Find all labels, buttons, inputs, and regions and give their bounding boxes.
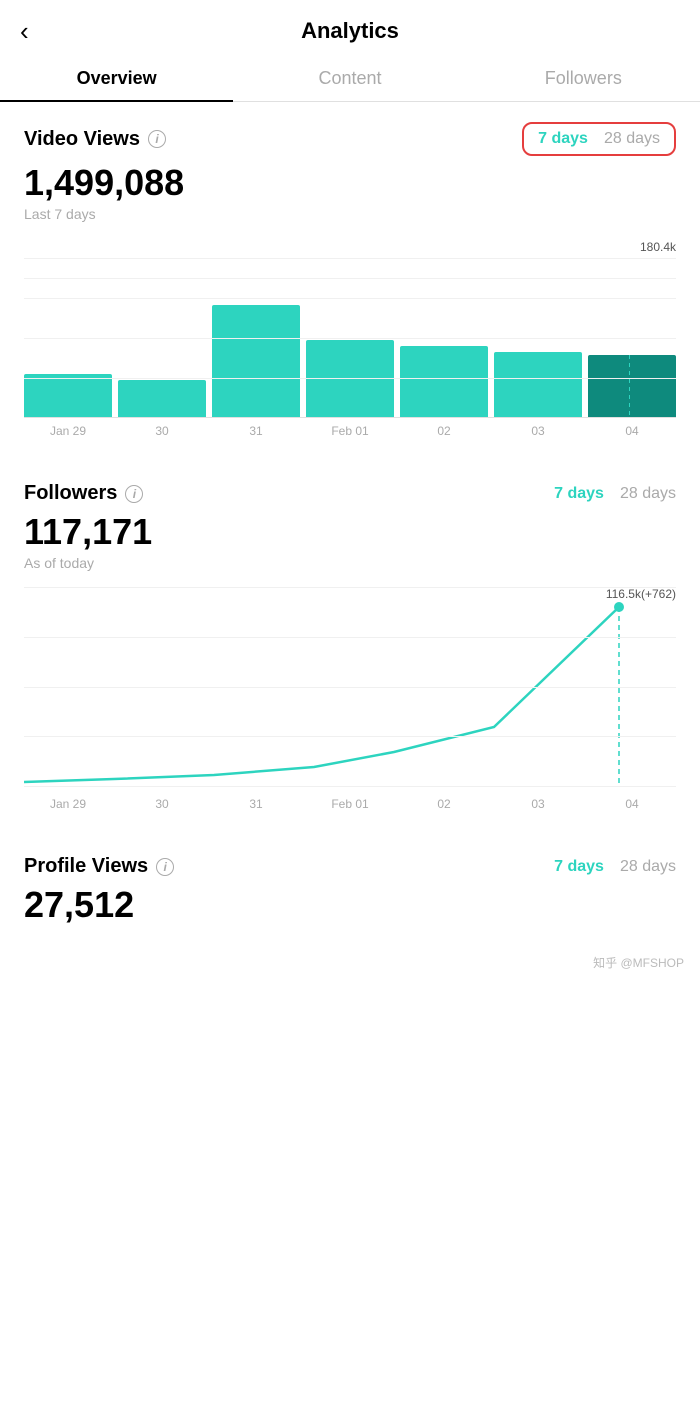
x-axis-label: 31	[212, 797, 300, 811]
watermark: 知乎 @MFSHOP	[0, 948, 700, 987]
profile-views-7days-btn[interactable]: 7 days	[554, 858, 604, 876]
followers-28days-btn[interactable]: 28 days	[620, 485, 676, 503]
x-axis-label: 30	[118, 797, 206, 811]
tab-bar: Overview Content Followers	[0, 54, 700, 102]
followers-title: Followers	[24, 482, 117, 505]
x-axis-label: Jan 29	[24, 424, 112, 438]
followers-7days-btn[interactable]: 7 days	[554, 485, 604, 503]
bar-item	[24, 258, 112, 417]
video-views-section: Video Views i 7 days 28 days 1,499,088 L…	[0, 102, 700, 438]
tab-followers[interactable]: Followers	[467, 54, 700, 101]
video-views-info-icon[interactable]: i	[148, 130, 166, 148]
tab-overview[interactable]: Overview	[0, 54, 233, 101]
profile-views-value: 27,512	[24, 884, 676, 926]
bar-item	[588, 258, 676, 417]
page-title: Analytics	[301, 18, 399, 44]
header: ‹ Analytics	[0, 0, 700, 54]
bar-item	[494, 258, 582, 417]
video-views-7days-btn[interactable]: 7 days	[538, 130, 588, 148]
x-axis-label: Jan 29	[24, 797, 112, 811]
bar-item	[212, 258, 300, 417]
video-views-title: Video Views	[24, 128, 140, 151]
profile-views-28days-btn[interactable]: 28 days	[620, 858, 676, 876]
profile-views-info-icon[interactable]: i	[156, 858, 174, 876]
x-axis-label: 02	[400, 424, 488, 438]
video-views-28days-btn[interactable]: 28 days	[604, 130, 660, 148]
bar-item	[306, 258, 394, 417]
x-axis-label: 04	[588, 424, 676, 438]
followers-info-icon[interactable]: i	[125, 485, 143, 503]
followers-section: Followers i 7 days 28 days 117,171 As of…	[0, 462, 700, 811]
followers-period-selector: 7 days 28 days	[554, 485, 676, 503]
x-axis-label: 03	[494, 424, 582, 438]
x-axis-label: 04	[588, 797, 676, 811]
x-axis-label: 31	[212, 424, 300, 438]
video-views-period-selector: 7 days 28 days	[522, 122, 676, 156]
back-button[interactable]: ‹	[20, 16, 29, 47]
x-axis-label: 02	[400, 797, 488, 811]
x-axis-label: Feb 01	[306, 424, 394, 438]
x-axis-label: 30	[118, 424, 206, 438]
video-views-value: 1,499,088	[24, 162, 676, 204]
followers-value: 117,171	[24, 511, 676, 553]
bar-item	[118, 258, 206, 417]
profile-views-title: Profile Views	[24, 855, 148, 878]
profile-views-period-selector: 7 days 28 days	[554, 858, 676, 876]
profile-views-section: Profile Views i 7 days 28 days 27,512	[0, 835, 700, 948]
followers-chart: 116.5k(+762) Jan 293031Feb 01020304	[24, 587, 676, 811]
x-axis-label: Feb 01	[306, 797, 394, 811]
video-views-sub-label: Last 7 days	[24, 206, 676, 222]
followers-sub-label: As of today	[24, 555, 676, 571]
tab-content[interactable]: Content	[233, 54, 466, 101]
x-axis-label: 03	[494, 797, 582, 811]
video-views-chart: 180.4k Jan 293031Feb 01020304	[24, 238, 676, 438]
bar-item	[400, 258, 488, 417]
